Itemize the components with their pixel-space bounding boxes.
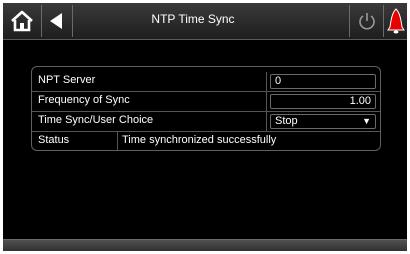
choice-label: Time Sync/User Choice	[38, 114, 154, 126]
status-label: Status	[38, 134, 70, 146]
status-row: Status Time synchronized successfully	[32, 131, 380, 151]
alarm-button[interactable]	[385, 5, 407, 37]
ntp-server-field[interactable]: 0	[270, 74, 376, 89]
home-button[interactable]	[5, 5, 39, 37]
bottom-bar	[3, 239, 407, 251]
ntp-server-label: NPT Server	[38, 74, 96, 86]
frequency-label: Frequency of Sync	[38, 94, 130, 106]
power-button[interactable]	[353, 5, 381, 37]
power-icon	[359, 13, 375, 30]
hmi-screen: NTP Time Sync NPT Server 0 Frequency of …	[3, 3, 407, 251]
top-bar: NTP Time Sync	[3, 3, 407, 40]
settings-panel: NPT Server 0 Frequency of Sync 1.00 Time…	[31, 66, 381, 151]
frequency-field[interactable]: 1.00	[270, 94, 376, 109]
choice-select[interactable]: Stop ▼	[270, 114, 376, 129]
chevron-down-icon: ▼	[362, 116, 371, 126]
back-button[interactable]	[43, 5, 69, 37]
choice-row: Time Sync/User Choice Stop ▼	[32, 111, 380, 131]
frequency-row: Frequency of Sync 1.00	[32, 91, 380, 111]
page-title: NTP Time Sync	[151, 12, 235, 26]
back-arrow-icon	[50, 13, 62, 29]
home-icon	[11, 10, 33, 32]
ntp-server-row: NPT Server 0	[32, 72, 380, 91]
choice-select-value: Stop	[275, 115, 298, 127]
status-value: Time synchronized successfully	[122, 134, 277, 146]
alarm-bell-icon	[387, 8, 405, 34]
